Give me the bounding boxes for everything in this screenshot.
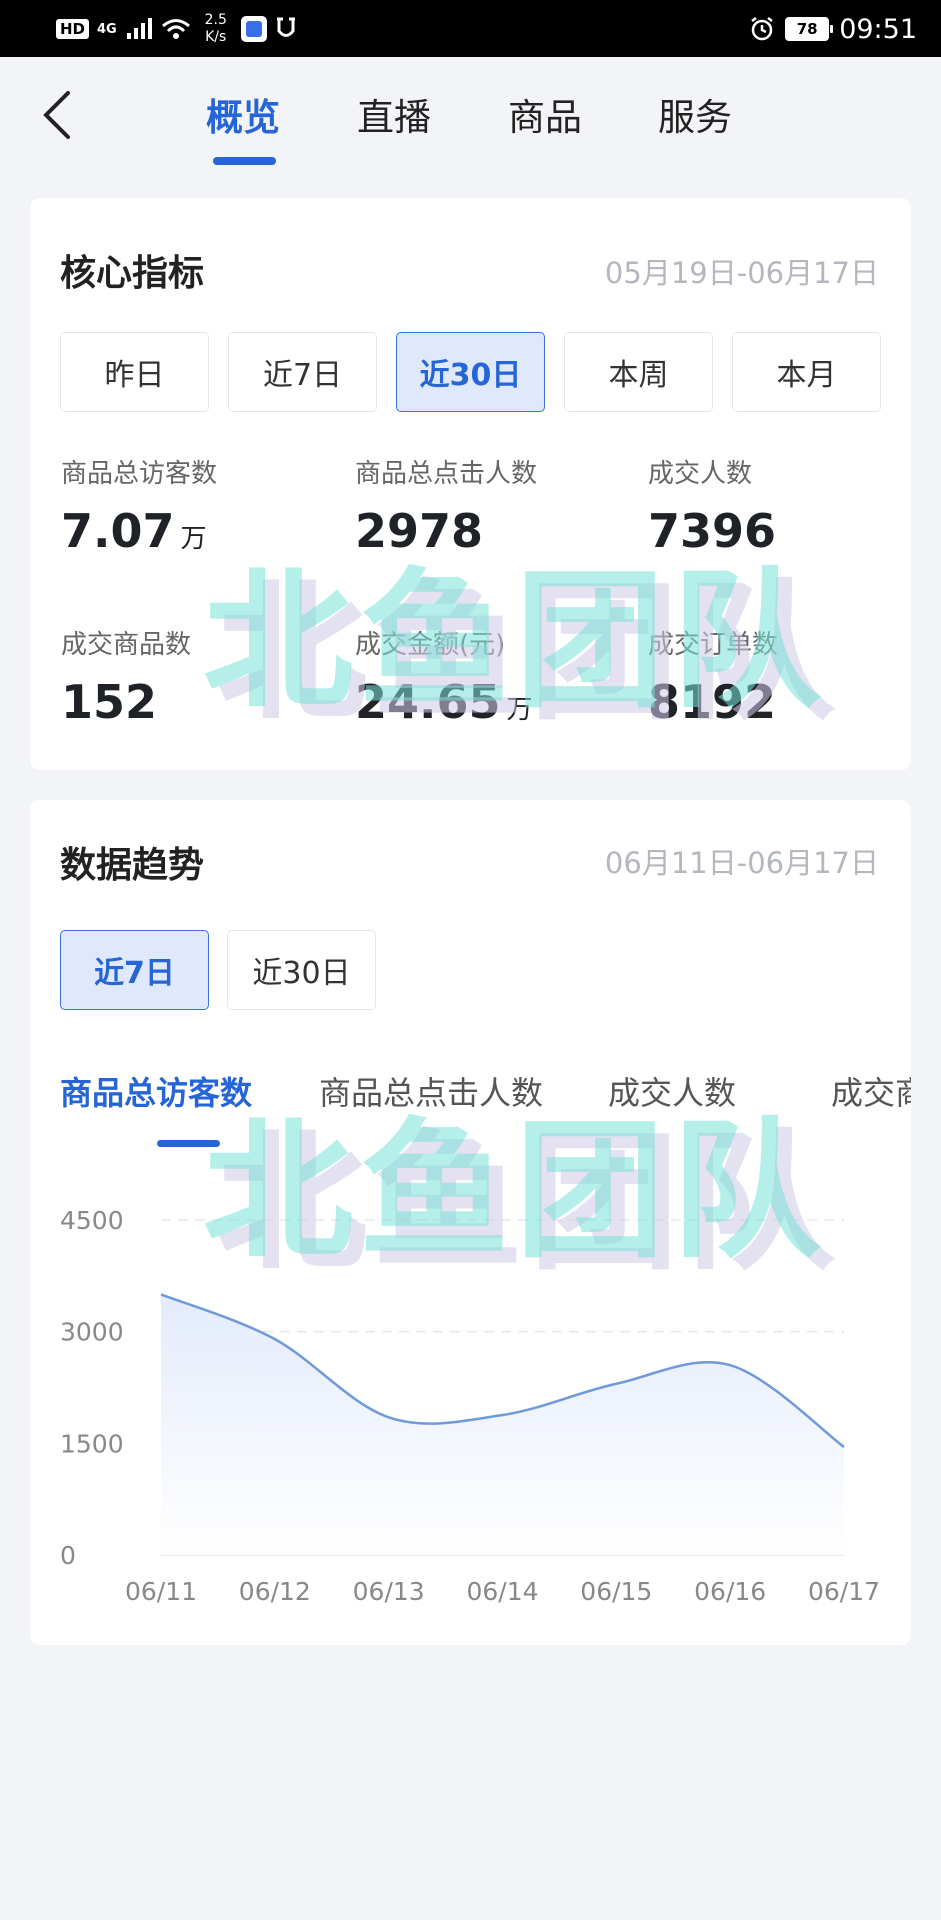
range-this-month-button[interactable]: 本月 bbox=[732, 332, 881, 412]
hd-badge: HD bbox=[56, 19, 90, 39]
trend-7days-button[interactable]: 近7日 bbox=[60, 930, 209, 1010]
metric-tab-clicks[interactable]: 商品总点击人数 bbox=[319, 1068, 543, 1114]
speed-value: 2.5 bbox=[204, 12, 227, 28]
x-tick-label: 06/16 bbox=[694, 1577, 766, 1606]
trend-title: 数据趋势 bbox=[60, 845, 205, 886]
x-tick-label: 06/12 bbox=[239, 1577, 311, 1606]
back-button[interactable] bbox=[38, 85, 78, 145]
metric-value: 2978 bbox=[355, 504, 484, 558]
tab-service[interactable]: 服务 bbox=[658, 87, 732, 141]
metric-orders: 成交订单数 8192 bbox=[648, 624, 928, 729]
tab-products[interactable]: 商品 bbox=[508, 87, 582, 141]
x-tick-label: 06/14 bbox=[466, 1577, 538, 1606]
alarm-icon bbox=[751, 17, 773, 41]
core-date-range: 05月19日-06月17日 bbox=[604, 256, 879, 290]
metric-label: 成交人数 bbox=[648, 459, 753, 489]
metric-value: 7.07 万 bbox=[61, 504, 207, 558]
metric-gmv: 成交金额(元) 24.65 万 bbox=[355, 624, 635, 729]
range-7days-button[interactable]: 近7日 bbox=[228, 332, 377, 412]
active-metric-indicator bbox=[157, 1140, 220, 1147]
y-tick-label: 0 bbox=[60, 1541, 76, 1570]
metric-value: 7396 bbox=[648, 504, 777, 558]
metric-value: 24.65 万 bbox=[355, 675, 533, 729]
metric-label: 成交金额(元) bbox=[355, 630, 506, 660]
active-tab-indicator bbox=[213, 157, 276, 165]
clock: 09:51 bbox=[839, 13, 917, 45]
metric-tab-buyers[interactable]: 成交人数 bbox=[608, 1068, 736, 1114]
status-bar: HD 4G 2.5 K/s 78 09:51 bbox=[0, 0, 941, 57]
metric-tab-visitors[interactable]: 商品总访客数 bbox=[60, 1068, 252, 1114]
metric-items-sold: 成交商品数 152 bbox=[61, 624, 341, 729]
trend-30days-button[interactable]: 近30日 bbox=[227, 930, 376, 1010]
trend-chart: 0 1500 3000 4500 06/11 06/12 06/13 06/14 06/15 06… bbox=[60, 1206, 880, 1606]
trend-date-range: 06月11日-06月17日 bbox=[604, 846, 879, 880]
metric-tab-items[interactable]: 成交商 bbox=[831, 1068, 911, 1114]
metric-value: 8192 bbox=[648, 675, 777, 729]
x-tick-label: 06/17 bbox=[808, 1577, 880, 1606]
range-yesterday-button[interactable]: 昨日 bbox=[60, 332, 209, 412]
app-notification-icon bbox=[240, 16, 267, 42]
range-30days-button[interactable]: 近30日 bbox=[396, 332, 545, 412]
core-metrics-title: 核心指标 bbox=[60, 253, 205, 294]
y-tick-label: 1500 bbox=[60, 1429, 124, 1458]
network-speed: 2.5 K/s bbox=[199, 12, 233, 46]
battery-icon: 78 bbox=[785, 17, 834, 41]
security-icon bbox=[276, 17, 295, 37]
metric-label: 成交商品数 bbox=[61, 630, 192, 660]
y-tick-label: 4500 bbox=[60, 1206, 124, 1235]
metric-label: 成交订单数 bbox=[648, 630, 779, 660]
metric-buyers: 成交人数 7396 bbox=[648, 453, 928, 558]
wifi-icon bbox=[161, 19, 190, 39]
tab-live[interactable]: 直播 bbox=[357, 87, 431, 141]
top-nav: 概览 直播 商品 服务 bbox=[0, 57, 941, 177]
trend-card: 数据趋势 06月11日-06月17日 近7日 近30日 商品总访客数 商品总点击… bbox=[30, 800, 911, 1645]
x-tick-label: 06/11 bbox=[125, 1577, 197, 1606]
chevron-left-icon bbox=[43, 91, 70, 139]
x-tick-label: 06/13 bbox=[353, 1577, 425, 1606]
signal-icon bbox=[126, 18, 152, 39]
status-left: HD 4G 2.5 K/s bbox=[56, 10, 297, 48]
metric-visitors: 商品总访客数 7.07 万 bbox=[61, 453, 341, 558]
status-right: 78 09:51 bbox=[749, 10, 917, 48]
metric-label: 商品总访客数 bbox=[61, 459, 218, 489]
range-this-week-button[interactable]: 本周 bbox=[564, 332, 713, 412]
x-tick-label: 06/15 bbox=[580, 1577, 652, 1606]
metric-label: 商品总点击人数 bbox=[355, 459, 538, 489]
speed-unit: K/s bbox=[205, 29, 227, 45]
metric-value: 152 bbox=[61, 675, 158, 729]
metric-clicks: 商品总点击人数 2978 bbox=[355, 453, 635, 558]
core-metrics-card: 核心指标 05月19日-06月17日 昨日 近7日 近30日 本周 本月 商品总… bbox=[30, 198, 911, 770]
network-type: 4G bbox=[97, 21, 117, 37]
y-tick-label: 3000 bbox=[60, 1318, 124, 1347]
metric-tab-strip[interactable]: 商品总访客数 商品总点击人数 成交人数 成交商 bbox=[60, 1050, 911, 1160]
tab-overview[interactable]: 概览 bbox=[206, 87, 280, 141]
